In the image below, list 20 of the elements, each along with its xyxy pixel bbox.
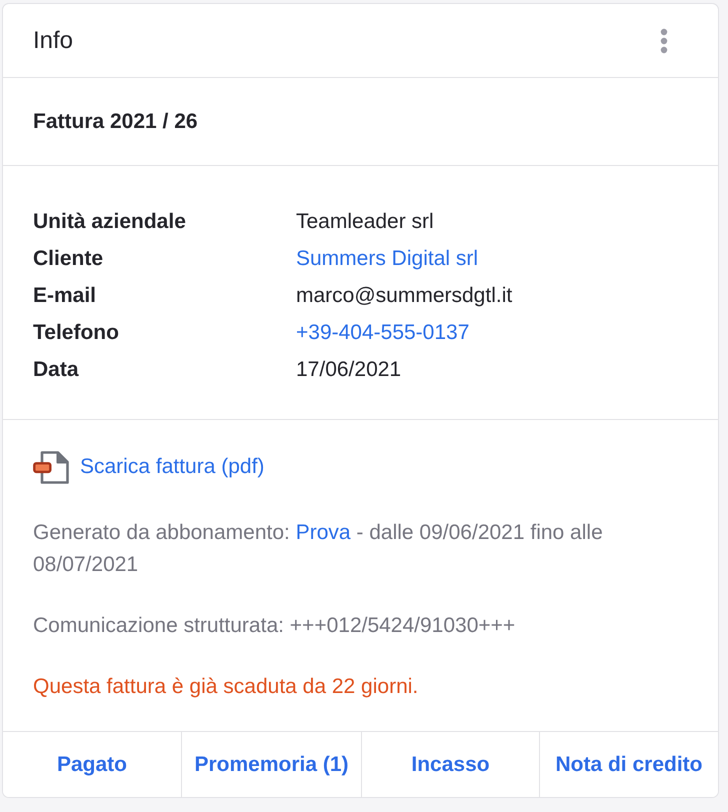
detail-value: marco@summersdgtl.it	[296, 284, 512, 308]
card-title: Info	[33, 26, 74, 54]
pdf-file-icon	[33, 450, 69, 484]
subscription-link[interactable]: Prova	[296, 521, 351, 544]
more-options-icon[interactable]	[660, 28, 668, 54]
structured-communication-text: Comunicazione strutturata: +++012/5424/91030+++	[33, 613, 516, 639]
detail-value: 17/06/2021	[296, 358, 402, 382]
detail-label: Unità aziendale	[33, 210, 187, 234]
overdue-warning: Questa fattura è già scaduta da 22 giorni.	[33, 674, 420, 700]
invoice-number: Fattura 2021 / 26	[33, 110, 198, 134]
detail-label: Data	[33, 358, 80, 382]
detail-value: Teamleader srl	[296, 210, 434, 234]
detail-label: E-mail	[33, 284, 98, 308]
detail-link[interactable]: Summers Digital srl	[296, 246, 478, 270]
subscription-text: Generato da abbonamento: Prova - dalle 09/06/2021 fino alle 08/07/2021	[33, 520, 604, 578]
detail-link[interactable]: +39-404-555-0137	[296, 320, 470, 344]
download-pdf-link[interactable]: Scarica fattura (pdf)	[80, 455, 264, 479]
detail-label: Telefono	[33, 320, 120, 344]
action-button[interactable]: Nota di credito	[539, 732, 718, 797]
detail-label: Cliente	[33, 246, 104, 270]
